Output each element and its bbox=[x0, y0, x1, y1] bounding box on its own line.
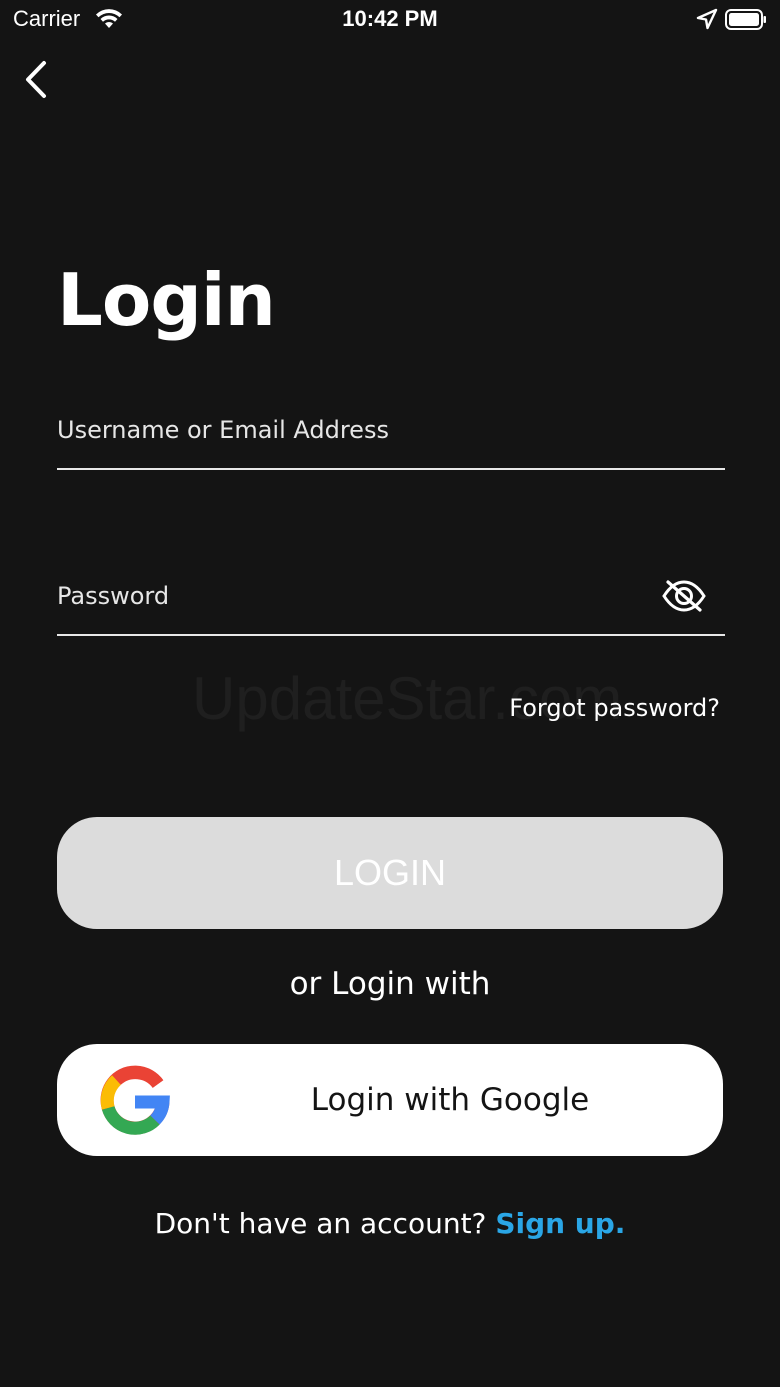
status-bar: Carrier 10:42 PM bbox=[0, 0, 780, 40]
username-input[interactable] bbox=[57, 410, 637, 450]
username-field bbox=[57, 410, 725, 470]
location-arrow-icon bbox=[696, 8, 718, 30]
login-screen: Carrier 10:42 PM Login UpdateStar.com bbox=[0, 0, 780, 1387]
signup-prompt: Don't have an account? bbox=[154, 1207, 496, 1240]
google-login-label: Login with Google bbox=[310, 1082, 590, 1118]
password-input[interactable] bbox=[57, 576, 637, 616]
signup-link[interactable]: Sign up. bbox=[495, 1207, 625, 1240]
page-title: Login bbox=[57, 258, 276, 342]
login-button-label: LOGIN bbox=[333, 852, 447, 893]
google-logo-icon bbox=[100, 1065, 170, 1135]
eye-slash-icon[interactable] bbox=[661, 578, 707, 614]
google-login-button[interactable]: Login with Google bbox=[57, 1044, 723, 1156]
alt-login-label: or Login with bbox=[289, 966, 491, 1002]
status-time: 10:42 PM bbox=[342, 6, 438, 31]
chevron-left-icon bbox=[26, 61, 46, 98]
signup-row: Don't have an account? Sign up. bbox=[0, 1207, 780, 1240]
login-button[interactable]: LOGIN bbox=[57, 817, 723, 929]
password-field bbox=[57, 576, 725, 636]
back-button[interactable] bbox=[18, 56, 58, 104]
battery-icon bbox=[725, 9, 766, 30]
forgot-password-link[interactable]: Forgot password? bbox=[509, 694, 720, 722]
